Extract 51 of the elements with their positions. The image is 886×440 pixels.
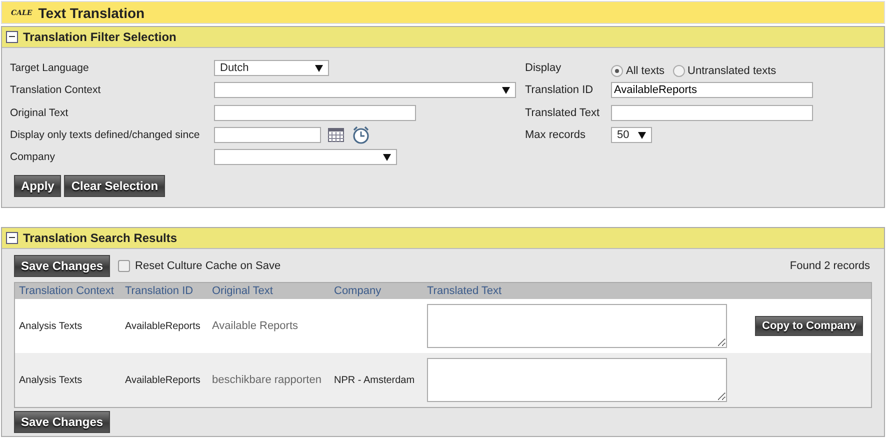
dropdown-arrow-icon (315, 64, 323, 72)
input-field[interactable] (214, 104, 416, 121)
radio-option[interactable]: Untranslated texts (672, 65, 776, 78)
collapse-icon[interactable] (6, 232, 18, 244)
field-label: Translation ID (525, 84, 594, 96)
dropdown[interactable] (214, 82, 516, 98)
column-header: Original Text (211, 285, 274, 298)
table-cell: Analysis Texts (19, 374, 82, 386)
panel-title: Translation Search Results (23, 231, 178, 246)
save-button[interactable]: Save Changes (14, 411, 110, 434)
dropdown[interactable]: Dutch (214, 60, 329, 76)
field-label: Display only texts defined/changed since (10, 129, 201, 142)
input-field[interactable]: AvailableReports (611, 82, 813, 98)
page-title: Text Translation (38, 4, 145, 20)
column-header: Company (333, 285, 382, 298)
translation-textarea[interactable] (427, 304, 727, 348)
dropdown[interactable]: 50 (611, 127, 652, 144)
table-cell: NPR - Amsterdam (334, 374, 415, 386)
table-cell: Available Reports (212, 320, 298, 332)
table-cell: Analysis Texts (19, 320, 82, 332)
apply-button[interactable]: Apply (14, 175, 62, 198)
column-header: Translated Text (426, 285, 503, 298)
field-label: Translation Context (10, 84, 102, 96)
field-label: Company (10, 151, 56, 164)
table-cell: AvailableReports (125, 374, 200, 386)
save-button[interactable]: Save Changes (14, 255, 110, 278)
radio-option[interactable]: All texts (611, 65, 665, 78)
translation-textarea[interactable] (427, 358, 727, 402)
field-label: Display (525, 62, 562, 74)
dropdown[interactable] (214, 149, 397, 166)
clock-icon[interactable] (352, 126, 370, 144)
input-field[interactable] (611, 104, 813, 121)
field-label: Target Language (10, 62, 90, 74)
table-cell: beschikbare rapporten (212, 374, 322, 386)
table-cell: AvailableReports (125, 320, 200, 332)
calendar-icon[interactable] (328, 128, 344, 142)
reset-cache-checkbox[interactable]: Reset Culture Cache on Save (118, 260, 281, 272)
column-header: Translation ID (124, 285, 194, 298)
field-label: Max records (525, 129, 587, 142)
column-header: Translation Context (18, 285, 115, 298)
record-count: Found 2 records (790, 260, 870, 272)
dropdown-arrow-icon (638, 132, 646, 139)
copy-button[interactable]: Copy to Company (755, 316, 864, 336)
field-label: Original Text (10, 106, 70, 119)
collapse-icon[interactable] (6, 31, 18, 43)
clear-button[interactable]: Clear Selection (64, 175, 166, 198)
date-field[interactable] (214, 127, 321, 144)
dropdown-arrow-icon (383, 154, 391, 161)
panel-title: Translation Filter Selection (23, 30, 176, 44)
dropdown-arrow-icon (502, 86, 510, 94)
field-label: Translated Text (525, 106, 601, 119)
